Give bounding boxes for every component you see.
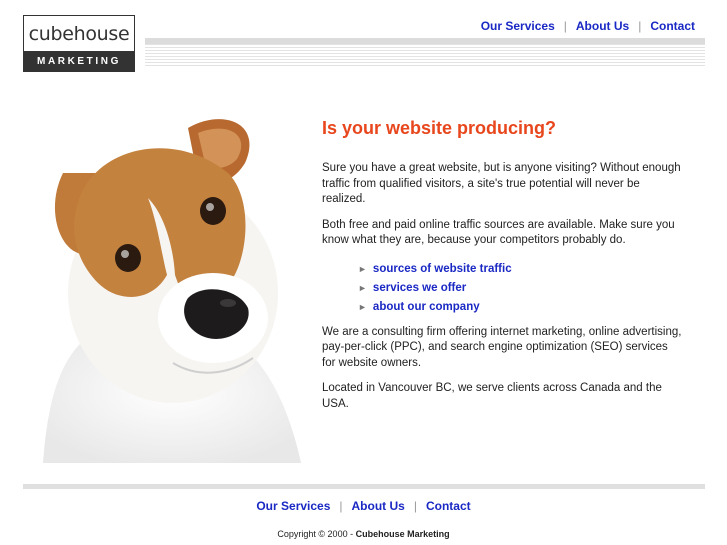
triangle-right-icon: ► [358,263,367,274]
nav-separator: | [638,19,642,33]
list-item: ► about our company [358,301,682,313]
list-item: ► sources of website traffic [358,263,682,275]
footer-nav: Our Services | About Us | Contact [0,499,727,513]
footer-nav-contact[interactable]: Contact [426,499,471,513]
intro-paragraph: Sure you have a great website, but is an… [322,162,681,205]
about-paragraph: We are a consulting firm offering intern… [322,325,682,369]
footer-nav-about-us[interactable]: About Us [352,499,405,513]
copyright: Copyright © 2000 - Cubehouse Marketing [0,529,727,539]
link-traffic-sources[interactable]: sources of website traffic [373,263,512,275]
traffic-paragraph: Both free and paid online traffic source… [322,218,675,247]
nav-our-services[interactable]: Our Services [481,19,555,33]
link-services[interactable]: services we offer [373,282,466,294]
nav-about-us[interactable]: About Us [576,19,629,33]
nav-separator: | [413,499,417,513]
top-nav: Our Services | About Us | Contact [481,19,695,33]
nav-contact[interactable]: Contact [650,19,695,33]
main-content: Is your website producing? Sure you have… [322,118,682,422]
nav-separator: | [339,499,343,513]
logo[interactable]: cubehouse MARKETING [23,15,135,72]
header-bar [145,38,705,44]
copyright-text: Copyright © 2000 - [277,529,356,539]
logo-wordmark: cubehouse [28,23,130,45]
logo-subtitle: MARKETING [24,51,134,71]
link-about-company[interactable]: about our company [373,301,480,313]
footer-divider [23,484,705,489]
nav-separator: | [563,19,567,33]
footer-nav-our-services[interactable]: Our Services [256,499,330,513]
dog-photo [23,103,301,463]
list-item: ► services we offer [358,282,682,294]
copyright-company: Cubehouse Marketing [355,529,450,539]
triangle-right-icon: ► [358,282,367,293]
triangle-right-icon: ► [358,301,367,312]
location-paragraph: Located in Vancouver BC, we serve client… [322,382,662,410]
page-title: Is your website producing? [322,118,557,138]
link-list: ► sources of website traffic ► services … [358,263,682,313]
